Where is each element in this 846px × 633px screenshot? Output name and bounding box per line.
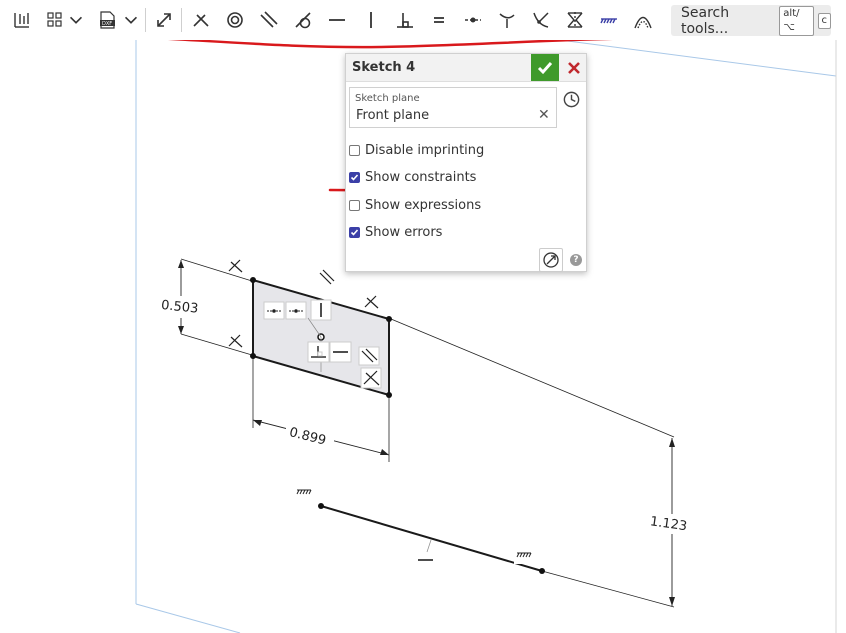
- option-show-expressions[interactable]: Show expressions: [349, 196, 481, 214]
- help-icon[interactable]: ?: [570, 254, 582, 266]
- vertical-icon[interactable]: [310, 299, 332, 321]
- dialog-header[interactable]: Sketch 4: [346, 54, 586, 82]
- sketch-plane-label: Sketch plane: [355, 93, 420, 104]
- cancel-button[interactable]: [560, 54, 587, 81]
- checkbox[interactable]: [349, 144, 360, 156]
- sketch-vertex[interactable]: [539, 568, 545, 574]
- sketch-line[interactable]: [320, 505, 543, 572]
- option-show-errors[interactable]: Show errors: [349, 223, 442, 241]
- checkbox[interactable]: [349, 199, 360, 211]
- pierce-icon[interactable]: [527, 6, 555, 34]
- perpendicular-icon[interactable]: [391, 6, 419, 34]
- sketch-vertex[interactable]: [386, 316, 392, 322]
- sketch-plane-value: Front plane: [356, 108, 430, 123]
- history-icon[interactable]: [561, 89, 581, 109]
- option-label: Show constraints: [365, 169, 477, 185]
- sketch-vertex[interactable]: [250, 277, 256, 283]
- search-tools-label: Search tools...: [681, 4, 730, 37]
- extension-line: [541, 570, 675, 608]
- accept-button[interactable]: [531, 54, 559, 81]
- extension-line: [180, 333, 253, 356]
- fix-icon[interactable]: [514, 550, 534, 564]
- coincident-icon[interactable]: [228, 334, 243, 348]
- coincident-icon[interactable]: [364, 295, 379, 309]
- parallel-icon[interactable]: [319, 269, 335, 285]
- option-disable-imprinting[interactable]: Disable imprinting: [349, 141, 484, 159]
- tangent-icon[interactable]: [289, 6, 317, 34]
- horizontal-icon[interactable]: [323, 6, 351, 34]
- plane-edge-top: [559, 39, 837, 77]
- arrow-icon: [380, 449, 389, 455]
- sketch-dialog: Sketch 4 Sketch plane Front plane ✕ Disa…: [345, 53, 587, 272]
- symmetric-icon[interactable]: [561, 6, 589, 34]
- sketch-vertex[interactable]: [318, 503, 324, 509]
- clear-icon[interactable]: ✕: [538, 108, 550, 122]
- vertical-icon[interactable]: [357, 6, 385, 34]
- horizontal-icon[interactable]: [329, 341, 352, 363]
- check-icon: [350, 173, 359, 181]
- parallel-icon[interactable]: [358, 346, 380, 366]
- dxf-import-icon[interactable]: DXF: [93, 6, 121, 34]
- arrow-icon: [253, 420, 262, 426]
- check-icon: [350, 228, 359, 236]
- dialog-title: Sketch 4: [352, 60, 416, 75]
- equal-icon[interactable]: [425, 6, 453, 34]
- toolbar-divider: [181, 8, 182, 32]
- fix-icon[interactable]: [296, 489, 312, 495]
- arrow-icon: [669, 438, 675, 447]
- search-tools-input[interactable]: Search tools... alt/⌥ c: [671, 4, 831, 37]
- coincident-icon[interactable]: [360, 367, 382, 389]
- leader-line: [426, 539, 432, 553]
- shortcut-key: alt/⌥: [779, 5, 814, 36]
- sketch-vertex[interactable]: [250, 353, 256, 359]
- curvature-icon[interactable]: [629, 6, 657, 34]
- option-label: Show errors: [365, 224, 443, 240]
- coincident-icon[interactable]: [187, 6, 215, 34]
- close-icon: [567, 61, 580, 74]
- extension-line: [180, 258, 253, 282]
- sketch-plane-field[interactable]: Sketch plane Front plane ✕: [349, 87, 557, 128]
- extension-line: [390, 318, 675, 438]
- midpoint-icon[interactable]: [285, 301, 307, 320]
- normal-icon[interactable]: [493, 6, 521, 34]
- arrow-icon: [178, 326, 184, 334]
- arrow-icon: [669, 597, 675, 606]
- perpendicular-icon[interactable]: [307, 341, 330, 363]
- toolbar-divider: [145, 8, 146, 32]
- option-label: Disable imprinting: [365, 142, 485, 158]
- checkbox[interactable]: [349, 171, 360, 183]
- concentric-icon[interactable]: [221, 6, 249, 34]
- sketch-toolbar: DXF Search tools... alt/⌥ c: [0, 0, 846, 40]
- midpoint-icon[interactable]: [459, 6, 487, 34]
- coincident-icon[interactable]: [228, 259, 243, 273]
- dropdown-icon[interactable]: [66, 6, 86, 34]
- arrow-icon: [178, 260, 184, 268]
- option-label: Show expressions: [365, 197, 482, 213]
- plane-edge-bottom: [135, 603, 241, 633]
- checkbox[interactable]: [349, 226, 360, 238]
- grid-view-icon[interactable]: [41, 6, 69, 34]
- check-icon: [537, 61, 553, 74]
- toggle-bar-icon[interactable]: [8, 6, 36, 34]
- transform-icon[interactable]: [150, 6, 178, 34]
- option-show-constraints[interactable]: Show constraints: [349, 168, 476, 186]
- dropdown-icon[interactable]: [121, 6, 141, 34]
- shortcut-key: c: [817, 12, 831, 29]
- sketch-vertex[interactable]: [386, 392, 392, 398]
- fix-icon[interactable]: [595, 6, 623, 34]
- midpoint-icon[interactable]: [263, 301, 285, 320]
- svg-text:DXF: DXF: [102, 21, 112, 27]
- parallel-icon[interactable]: [255, 6, 283, 34]
- sketch-settings-icon[interactable]: [539, 248, 563, 272]
